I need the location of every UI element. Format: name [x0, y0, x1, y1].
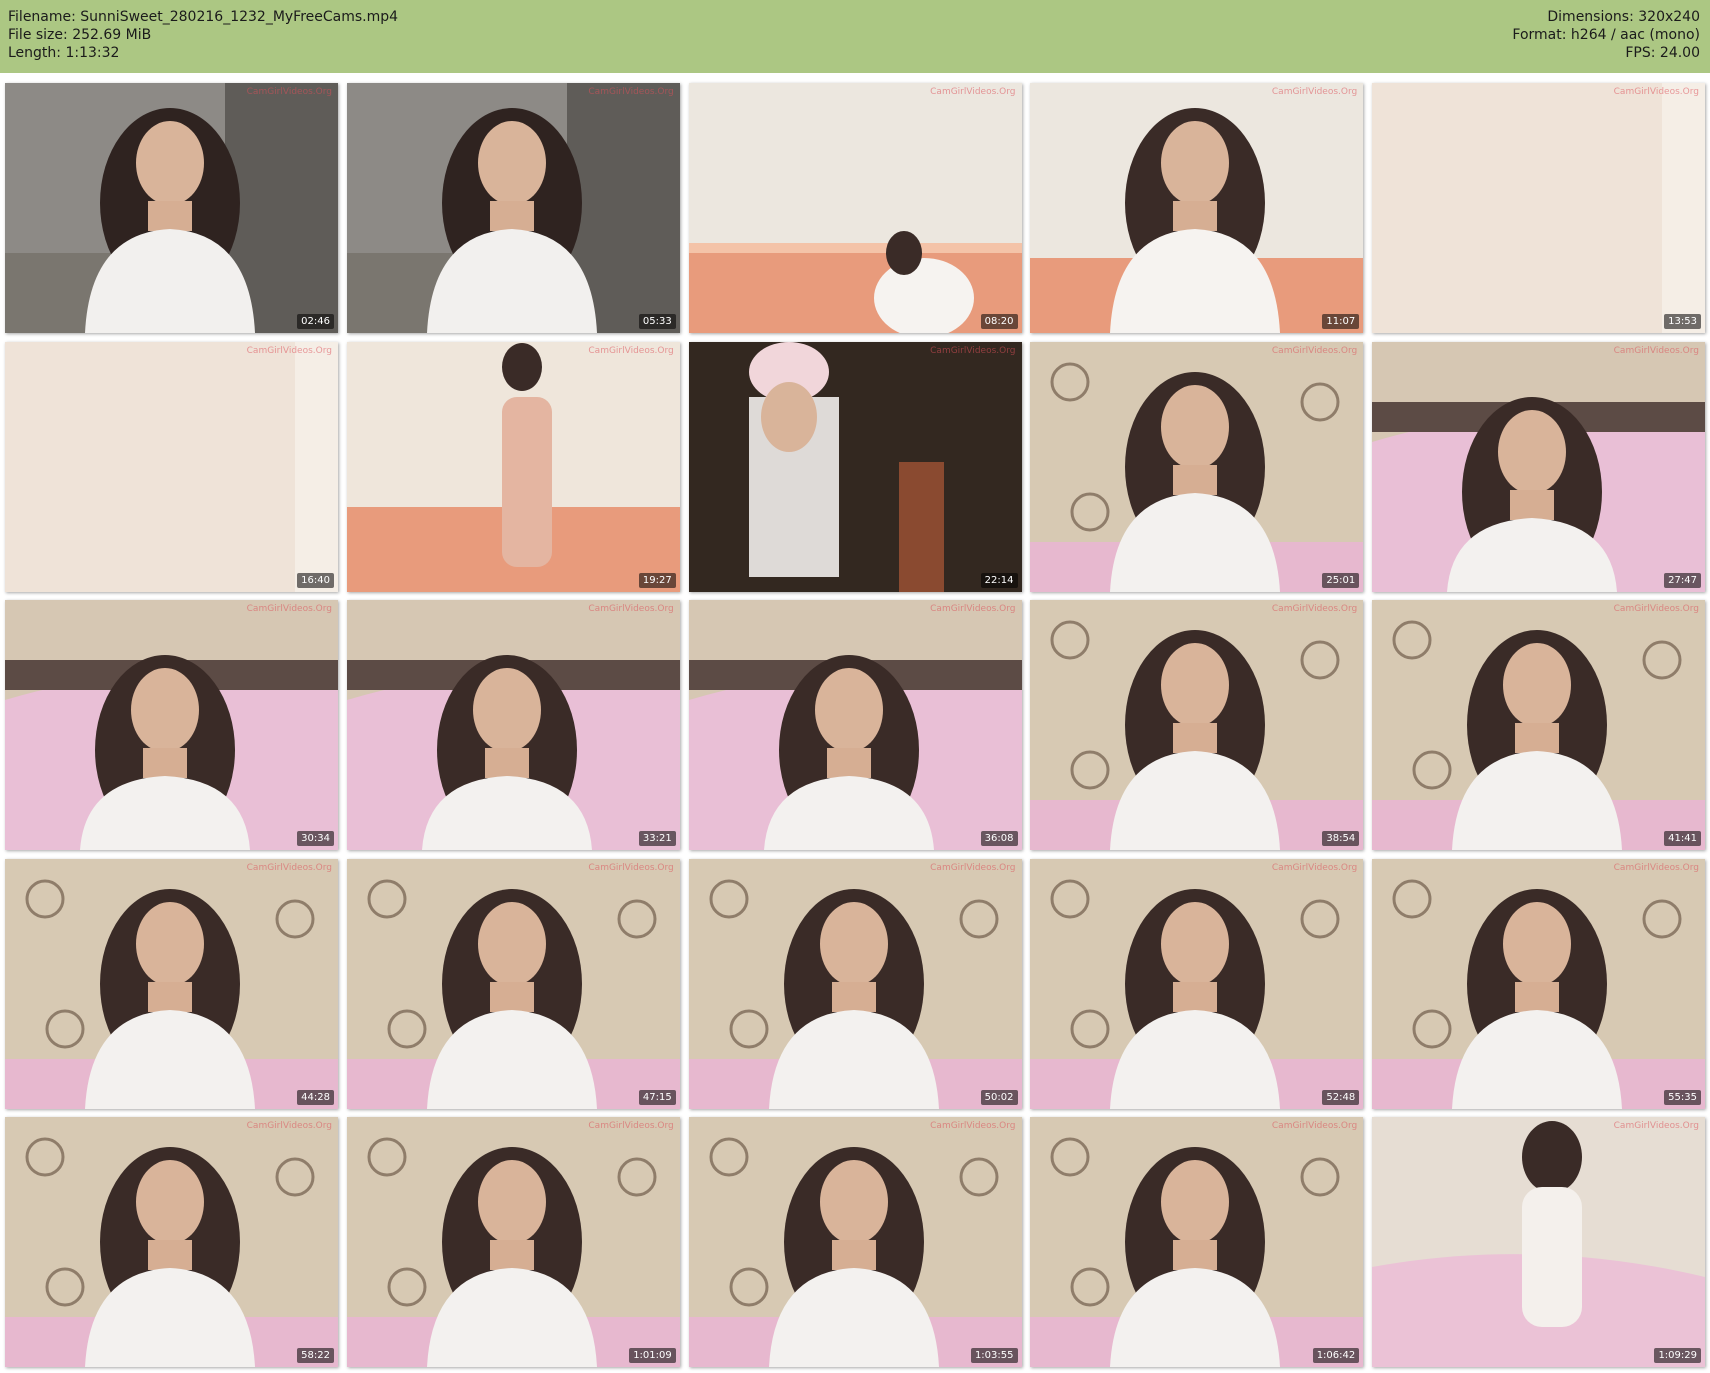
video-thumbnail: CamGirlVideos.Org 11:07 — [1030, 83, 1364, 333]
thumbnail-timestamp: 52:48 — [1322, 1089, 1360, 1105]
file-info-header: Filename: SunniSweet_280216_1232_MyFreeC… — [0, 0, 1710, 73]
format-text: Format: h264 / aac (mono) — [1512, 27, 1700, 43]
video-thumbnail: CamGirlVideos.Org 30:34 — [5, 600, 338, 850]
thumbnail-timestamp: 19:27 — [638, 572, 676, 588]
thumbnail-watermark: CamGirlVideos.Org — [930, 345, 1016, 356]
thumbnail-watermark: CamGirlVideos.Org — [1613, 862, 1699, 873]
video-thumbnail: CamGirlVideos.Org 33:21 — [346, 600, 680, 850]
video-thumbnail: CamGirlVideos.Org 50:02 — [688, 858, 1022, 1109]
video-thumbnail: CamGirlVideos.Org 36:08 — [688, 600, 1022, 850]
thumbnail-watermark: CamGirlVideos.Org — [1271, 604, 1358, 614]
thumbnail-watermark: CamGirlVideos.Org — [246, 862, 332, 873]
thumbnail-timestamp: 58:22 — [297, 1348, 334, 1363]
thumbnail-timestamp: 50:02 — [980, 1089, 1018, 1105]
thumbnail-timestamp: 25:01 — [1322, 572, 1360, 588]
video-thumbnail: CamGirlVideos.Org 25:01 — [1030, 341, 1364, 592]
thumbnail-watermark: CamGirlVideos.Org — [930, 862, 1016, 873]
video-thumbnail: CamGirlVideos.Org 22:14 — [688, 341, 1022, 592]
thumbnail-timestamp: 16:40 — [297, 572, 334, 588]
file-info-left: Filename: SunniSweet_280216_1232_MyFreeC… — [8, 8, 398, 62]
thumbnail-watermark: CamGirlVideos.Org — [246, 345, 332, 356]
thumbnail-watermark: CamGirlVideos.Org — [930, 604, 1016, 614]
video-thumbnail: CamGirlVideos.Org 58:22 — [5, 1117, 338, 1367]
thumbnail-watermark: CamGirlVideos.Org — [1613, 87, 1699, 97]
thumbnail-watermark: CamGirlVideos.Org — [930, 87, 1016, 97]
video-thumbnail: CamGirlVideos.Org 08:20 — [688, 83, 1022, 333]
thumbnail-watermark: CamGirlVideos.Org — [930, 1121, 1016, 1131]
video-thumbnail: CamGirlVideos.Org 41:41 — [1372, 600, 1705, 850]
thumbnail-timestamp: 05:33 — [638, 314, 676, 329]
video-thumbnail: CamGirlVideos.Org 44:28 — [5, 858, 338, 1109]
thumbnail-watermark: CamGirlVideos.Org — [246, 87, 332, 97]
thumbnail-timestamp: 47:15 — [638, 1089, 676, 1105]
thumbnail-timestamp: 1:03:55 — [970, 1348, 1018, 1363]
thumbnail-watermark: CamGirlVideos.Org — [1271, 345, 1358, 356]
video-thumbnail: CamGirlVideos.Org 1:06:42 — [1030, 1117, 1364, 1367]
video-thumbnail: CamGirlVideos.Org 1:03:55 — [688, 1117, 1022, 1367]
thumbnail-timestamp: 1:09:29 — [1654, 1348, 1701, 1363]
video-thumbnail: CamGirlVideos.Org 1:09:29 — [1372, 1117, 1705, 1367]
thumbnail-timestamp: 1:01:09 — [629, 1348, 676, 1363]
video-thumbnail: CamGirlVideos.Org 16:40 — [5, 341, 338, 592]
thumbnail-timestamp: 33:21 — [638, 831, 676, 846]
thumbnail-timestamp: 27:47 — [1664, 572, 1701, 588]
thumbnail-watermark: CamGirlVideos.Org — [246, 1121, 332, 1131]
thumbnail-watermark: CamGirlVideos.Org — [1613, 604, 1699, 614]
thumbnail-watermark: CamGirlVideos.Org — [246, 604, 332, 614]
thumbnail-timestamp: 30:34 — [297, 831, 334, 846]
thumbnail-timestamp: 22:14 — [980, 572, 1018, 588]
thumbnail-watermark: CamGirlVideos.Org — [1271, 862, 1358, 873]
dimensions-text: Dimensions: 320x240 — [1547, 9, 1700, 25]
thumbnail-timestamp: 02:46 — [297, 314, 334, 329]
thumbnail-timestamp: 13:53 — [1664, 314, 1701, 329]
thumbnail-timestamp: 1:06:42 — [1312, 1348, 1360, 1363]
thumbnail-watermark: CamGirlVideos.Org — [1613, 1121, 1699, 1131]
video-thumbnail: CamGirlVideos.Org 05:33 — [346, 83, 680, 333]
length-text: Length: 1:13:32 — [8, 45, 120, 61]
fps-text: FPS: 24.00 — [1625, 45, 1700, 61]
thumbnail-timestamp: 41:41 — [1664, 831, 1701, 846]
thumbnail-watermark: CamGirlVideos.Org — [588, 87, 674, 97]
video-thumbnail: CamGirlVideos.Org 02:46 — [5, 83, 338, 333]
video-thumbnail: CamGirlVideos.Org 13:53 — [1372, 83, 1705, 333]
video-thumbnail: CamGirlVideos.Org 38:54 — [1030, 600, 1364, 850]
thumbnail-watermark: CamGirlVideos.Org — [1271, 87, 1358, 97]
thumbnail-timestamp: 38:54 — [1322, 831, 1360, 846]
video-thumbnail: CamGirlVideos.Org 47:15 — [346, 858, 680, 1109]
thumbnail-timestamp: 36:08 — [980, 831, 1018, 846]
thumbnail-watermark: CamGirlVideos.Org — [588, 345, 674, 356]
file-info-right: Dimensions: 320x240 Format: h264 / aac (… — [1512, 8, 1700, 62]
thumbnail-watermark: CamGirlVideos.Org — [588, 862, 674, 873]
thumbnail-watermark: CamGirlVideos.Org — [1613, 345, 1699, 356]
video-thumbnail: CamGirlVideos.Org 52:48 — [1030, 858, 1364, 1109]
video-thumbnail: CamGirlVideos.Org 1:01:09 — [346, 1117, 680, 1367]
thumbnail-watermark: CamGirlVideos.Org — [588, 604, 674, 614]
thumbnail-watermark: CamGirlVideos.Org — [588, 1121, 674, 1131]
filesize-text: File size: 252.69 MiB — [8, 27, 152, 43]
video-thumbnail: CamGirlVideos.Org 55:35 — [1372, 858, 1705, 1109]
thumbnail-grid: CamGirlVideos.Org 02:46 CamGirlVideos.Org… — [5, 83, 1705, 1367]
thumbnail-timestamp: 55:35 — [1664, 1089, 1701, 1105]
thumbnail-timestamp: 11:07 — [1322, 314, 1360, 329]
video-thumbnail: CamGirlVideos.Org 27:47 — [1372, 341, 1705, 592]
thumbnail-watermark: CamGirlVideos.Org — [1271, 1121, 1358, 1131]
filename-text: Filename: SunniSweet_280216_1232_MyFreeC… — [8, 9, 399, 25]
thumbnail-timestamp: 08:20 — [980, 314, 1018, 329]
thumbnail-timestamp: 44:28 — [297, 1089, 334, 1105]
video-thumbnail: CamGirlVideos.Org 19:27 — [346, 341, 680, 592]
